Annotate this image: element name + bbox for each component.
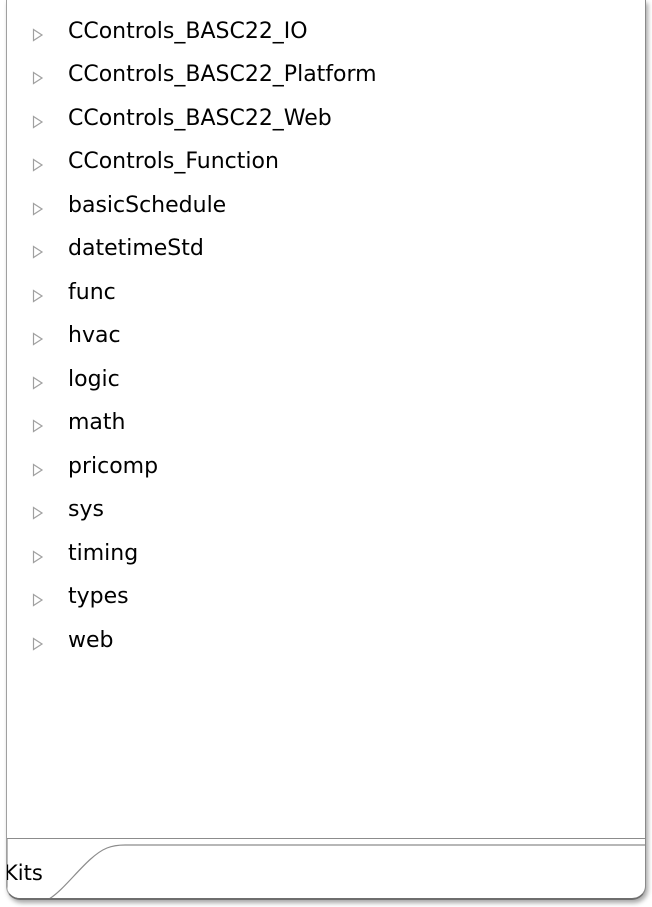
tree-item-label: timing — [68, 540, 139, 566]
expand-arrow-icon[interactable] — [32, 593, 44, 607]
tab-kits-shape[interactable] — [7, 838, 646, 900]
tree-item-ccontrols-function[interactable]: CControls_Function — [7, 143, 645, 187]
tab-kits[interactable]: Kits — [7, 860, 43, 886]
tree-item-hvac[interactable]: hvac — [7, 317, 645, 361]
tree-item-label: func — [68, 279, 116, 305]
tree-item-timing[interactable]: timing — [7, 534, 645, 578]
tree-item-basicschedule[interactable]: basicSchedule — [7, 186, 645, 230]
expand-arrow-icon[interactable] — [32, 506, 44, 520]
tree-item-types[interactable]: types — [7, 578, 645, 622]
tree-item-web[interactable]: web — [7, 621, 645, 665]
tree-item-math[interactable]: math — [7, 404, 645, 448]
expand-arrow-icon[interactable] — [32, 637, 44, 651]
tree-item-ccontrols-basc22-platform[interactable]: CControls_BASC22_Platform — [7, 56, 645, 100]
tree-item-pricomp[interactable]: pricomp — [7, 447, 645, 491]
expand-arrow-icon[interactable] — [32, 245, 44, 259]
tree-item-logic[interactable]: logic — [7, 360, 645, 404]
tree-item-label: datetimeStd — [68, 236, 204, 262]
tree-item-label: math — [68, 410, 126, 436]
expand-arrow-icon[interactable] — [32, 115, 44, 129]
tree-item-sys[interactable]: sys — [7, 491, 645, 535]
tree-item-label: CControls_BASC22_Web — [68, 105, 332, 131]
tree-item-label: CControls_BASC22_Platform — [68, 62, 377, 88]
tree-item-label: CControls_Function — [68, 149, 279, 175]
tree-item-label: basicSchedule — [68, 192, 227, 218]
tree-item-label: CControls_BASC22_IO — [68, 18, 308, 44]
tree-item-ccontrols-basc22-web[interactable]: CControls_BASC22_Web — [7, 99, 645, 143]
kits-tree: CControls_BASC22_IO CControls_BASC22_Pla… — [7, 12, 645, 665]
expand-arrow-icon[interactable] — [32, 376, 44, 390]
tree-item-label: hvac — [68, 323, 121, 349]
tree-item-label: logic — [68, 366, 120, 392]
tree-item-label: types — [68, 584, 129, 610]
tree-item-label: pricomp — [68, 453, 159, 479]
tree-item-func[interactable]: func — [7, 273, 645, 317]
tree-item-datetimestd[interactable]: datetimeStd — [7, 230, 645, 274]
expand-arrow-icon[interactable] — [32, 202, 44, 216]
tree-item-label: web — [68, 627, 114, 653]
expand-arrow-icon[interactable] — [32, 28, 44, 42]
expand-arrow-icon[interactable] — [32, 332, 44, 346]
expand-arrow-icon[interactable] — [32, 419, 44, 433]
expand-arrow-icon[interactable] — [32, 289, 44, 303]
kits-panel: CControls_BASC22_IO CControls_BASC22_Pla… — [6, 0, 646, 900]
expand-arrow-icon[interactable] — [32, 550, 44, 564]
tab-bar: Kits — [7, 838, 646, 900]
expand-arrow-icon[interactable] — [32, 463, 44, 477]
expand-arrow-icon[interactable] — [32, 158, 44, 172]
tree-item-ccontrols-basc22-io[interactable]: CControls_BASC22_IO — [7, 12, 645, 56]
expand-arrow-icon[interactable] — [32, 71, 44, 85]
tree-item-label: sys — [68, 497, 104, 523]
